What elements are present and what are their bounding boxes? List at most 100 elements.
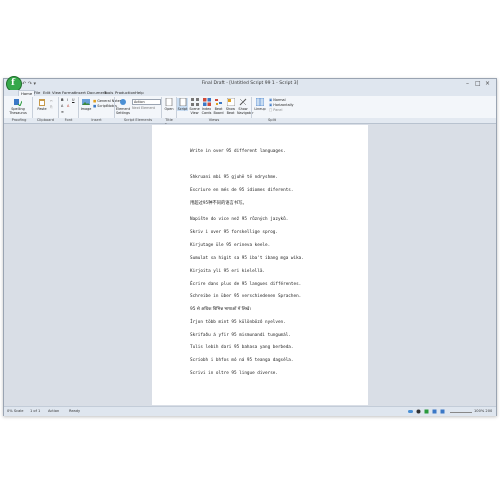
scene-view-icon [190, 98, 199, 106]
maximize-icon[interactable]: □ [475, 80, 481, 88]
font-size-icon[interactable]: A [61, 104, 63, 108]
script-page[interactable]: Write in over 95 different languages. Sh… [152, 125, 368, 405]
ribbon: Spelling Thesaurus Paste ✂ ⎘ B I U A A ≡… [4, 96, 496, 119]
index-cards-label: Index Cards [201, 107, 212, 115]
script-label: Script [177, 107, 188, 111]
underline-button[interactable]: U [72, 98, 74, 102]
page-view-icon[interactable] [424, 409, 429, 414]
show-navigator-button[interactable]: Show Navigator [237, 98, 254, 115]
group-separator [32, 97, 33, 118]
script-view-button[interactable]: Script [177, 98, 188, 111]
group-label-views: Views [208, 118, 220, 122]
group-label-proofing: Proofing [11, 118, 27, 122]
scriptnote-icon: ■ [93, 104, 97, 108]
align-icon[interactable]: ≡ [61, 110, 64, 114]
scene-view-button[interactable]: Scene View [189, 98, 200, 115]
view-option-label: Panel [273, 108, 283, 112]
script-view-icon [179, 98, 186, 106]
group-separator [58, 97, 59, 118]
element-settings-icon [120, 99, 126, 105]
image-icon [82, 99, 90, 105]
scene-view-label: Scene View [189, 107, 200, 115]
script-line[interactable]: Write in over 95 different languages. [190, 149, 286, 154]
status-state: Ready [69, 409, 81, 413]
normal-view-icon[interactable] [440, 409, 445, 414]
night-mode-icon[interactable] [416, 409, 421, 414]
view-option-horizontally[interactable]: ▣ Horizontally [269, 103, 294, 107]
spelling-label: Spelling Thesaurus [9, 107, 27, 115]
script-line[interactable]: Scríobh i bhfos mó ná 95 teanga dagséla. [190, 358, 293, 363]
status-page: 1 of 1 [30, 409, 41, 413]
spelling-button[interactable]: Spelling Thesaurus [6, 98, 30, 115]
view-option-label: Horizontally [273, 103, 294, 107]
image-button[interactable]: Image [80, 98, 92, 111]
element-select[interactable]: Action [132, 99, 161, 105]
checkbox-icon: □ [269, 108, 273, 112]
note-icon: ■ [93, 99, 97, 103]
script-line[interactable]: Scrivi in oltre 95 lingue diverse. [190, 371, 278, 376]
lineup-label: Lineup [254, 107, 266, 111]
close-icon[interactable]: × [485, 80, 490, 88]
paste-label: Paste [37, 107, 47, 111]
paste-icon [39, 99, 45, 106]
script-line[interactable]: Írjon több mint 95 különböző nyelven. [190, 320, 286, 325]
script-line[interactable]: Écrire dans plus de 95 langues différent… [190, 282, 301, 287]
group-label-font: Font [64, 118, 73, 122]
group-label-clipboard: Clipboard [36, 118, 55, 122]
navigator-icon [239, 98, 247, 106]
status-bar: 0% Scale 1 of 1 Action Ready 100% 200 [4, 406, 496, 416]
index-cards-icon [202, 98, 211, 106]
status-scale: 0% Scale [7, 409, 24, 413]
next-element-button[interactable]: Next Element [132, 106, 155, 110]
element-settings-label: Element Settings [116, 107, 131, 115]
checkbox-icon: ▣ [269, 103, 273, 107]
document-workspace[interactable]: Write in over 95 different languages. Sh… [4, 124, 496, 406]
element-settings-button[interactable]: Element Settings [116, 98, 130, 115]
zoom-slider[interactable] [450, 412, 472, 413]
view-option-panel[interactable]: □ Panel [269, 108, 282, 112]
status-zoom: 100% 200 [474, 409, 493, 413]
app-window: f ↶ ↷ ▾ Final Draft - [Untitled Script 9… [3, 76, 497, 416]
script-line[interactable]: Tulis lebih dari 95 bahasa yang berbeda. [190, 345, 293, 350]
group-separator [78, 97, 79, 118]
script-line[interactable]: Kirjutage üle 95 erineva keele. [190, 243, 270, 248]
window-title: Final Draft - [Untitled Script 99 1 - Sc… [201, 81, 299, 86]
script-line[interactable]: Kirjoita yli 95 eri kielellä. [190, 269, 265, 274]
italic-button[interactable]: I [67, 98, 68, 102]
index-cards-button[interactable]: Index Cards [201, 98, 212, 115]
group-separator [251, 97, 252, 118]
group-label-split: Split [268, 118, 276, 122]
cut-icon[interactable]: ✂ [50, 99, 53, 103]
group-label-insert: Insert [91, 118, 102, 122]
spelling-icon [14, 99, 22, 106]
beat-board-icon [214, 99, 222, 105]
script-line[interactable]: 用超过95种不同的语言书写。 [190, 200, 247, 206]
open-label: Open [164, 107, 174, 111]
speed-view-icon[interactable] [432, 409, 437, 414]
minimize-icon[interactable]: – [466, 80, 469, 88]
script-line[interactable]: Schreibe in über 95 verschiedenen Sprach… [190, 294, 301, 299]
toggle-icon[interactable] [408, 409, 413, 414]
view-option-label: Normal [273, 98, 286, 102]
script-line[interactable]: Skriv i over 95 forskellige sprog. [190, 230, 278, 235]
paste-button[interactable]: Paste [36, 98, 48, 111]
view-option-normal[interactable]: ▣ Normal [269, 98, 286, 102]
script-line[interactable]: Sumulat sa higit sa 95 iba't ibang mga w… [190, 256, 304, 261]
script-line[interactable]: Skrifaðu á yfir 95 mismunandi tungumál. [190, 333, 291, 338]
script-line[interactable]: Napište do více než 95 různých jazyků. [190, 217, 288, 222]
group-label-script-elements: Script Elements [123, 118, 153, 122]
bold-button[interactable]: B [61, 98, 64, 102]
script-line[interactable]: Shkruani mbi 95 gjuhë të ndryshme. [190, 175, 278, 180]
script-line[interactable]: 95 से अधिक विभिन्न भाषाओं में लिखें। [190, 306, 251, 312]
open-title-page-button[interactable]: Open [163, 98, 175, 111]
show-beat-icon [226, 98, 235, 106]
beat-board-button[interactable]: Beat Board [213, 98, 224, 115]
lineup-button[interactable]: Lineup [254, 98, 266, 111]
copy-icon[interactable]: ⎘ [50, 105, 53, 109]
show-beat-button[interactable]: Show Beat [225, 98, 236, 115]
script-line[interactable]: Escriure en més de 95 idiomes diferents. [190, 188, 293, 193]
checkbox-icon: ▣ [269, 98, 273, 102]
font-color-icon[interactable]: A [67, 104, 69, 108]
document-icon [165, 98, 173, 106]
beat-board-label: Beat Board [213, 107, 224, 115]
